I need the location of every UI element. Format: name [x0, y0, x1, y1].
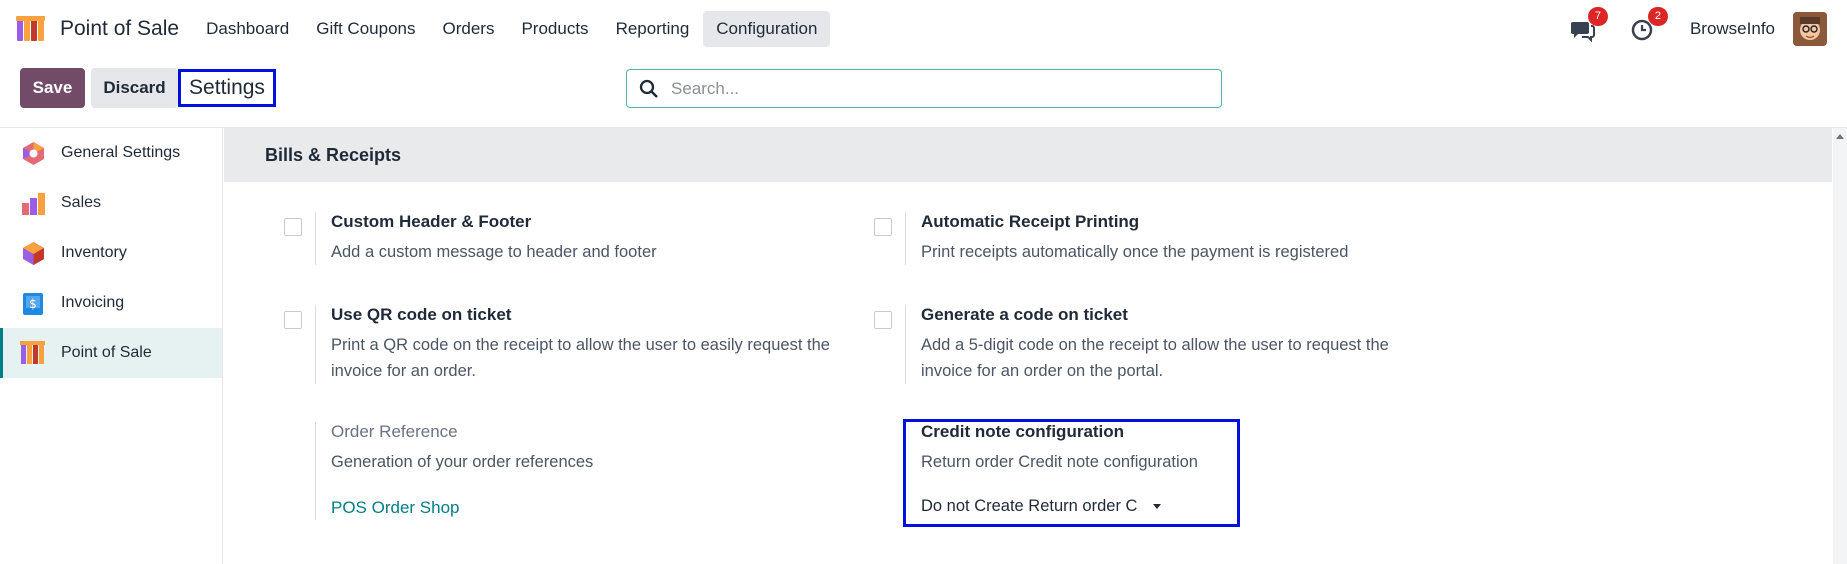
- menu-orders[interactable]: Orders: [430, 11, 508, 47]
- avatar[interactable]: [1793, 12, 1827, 46]
- control-panel: Save Discard Settings: [0, 58, 1847, 128]
- setting-body: Custom Header & Footer Add a custom mess…: [315, 212, 831, 265]
- setting-description: Add a 5-digit code on the receipt to all…: [921, 336, 1389, 380]
- general-settings-icon: [23, 141, 44, 165]
- pos-order-shop-link[interactable]: POS Order Shop: [331, 498, 831, 518]
- svg-text:$: $: [29, 297, 37, 311]
- vertical-scrollbar[interactable]: [1833, 128, 1847, 564]
- search-input[interactable]: [671, 78, 1191, 99]
- save-button[interactable]: Save: [20, 68, 85, 108]
- inventory-app-icon: [23, 241, 44, 265]
- scroll-up-icon[interactable]: [1836, 134, 1844, 139]
- app-name[interactable]: Point of Sale: [60, 17, 179, 41]
- setting-title: Custom Header & Footer: [331, 212, 532, 231]
- section-title: Bills & Receipts: [224, 128, 1832, 182]
- sidebar-item-label: General Settings: [61, 144, 181, 161]
- setting-body: Use QR code on ticket Print a QR code on…: [315, 305, 831, 384]
- setting-title: Automatic Receipt Printing: [921, 212, 1140, 231]
- menu-configuration[interactable]: Configuration: [703, 11, 831, 47]
- qr-code-checkbox[interactable]: [284, 311, 302, 329]
- setting-body: Generate a code on ticket Add a 5-digit …: [905, 305, 1421, 384]
- activities-button[interactable]: 2: [1630, 7, 1668, 42]
- setting-title: Generate a code on ticket: [921, 305, 1128, 324]
- sidebar-item-label: Sales: [61, 194, 102, 211]
- breadcrumb: Settings: [178, 69, 276, 107]
- menu-reporting[interactable]: Reporting: [603, 11, 703, 47]
- sidebar-item-sales[interactable]: Sales: [0, 178, 222, 228]
- search-icon: [639, 79, 658, 98]
- setting-title: Order Reference: [331, 422, 458, 441]
- discard-button[interactable]: Discard: [91, 68, 178, 108]
- sidebar-item-label: Point of Sale: [61, 344, 152, 361]
- sidebar-item-invoicing[interactable]: $ Invoicing: [0, 278, 222, 328]
- pos-app-icon: [20, 340, 45, 364]
- user-avatar-icon: [1793, 12, 1827, 46]
- setting-description: Generation of your order references: [331, 453, 594, 471]
- activities-badge: 2: [1647, 7, 1668, 26]
- sidebar-item-inventory[interactable]: Inventory: [0, 228, 222, 278]
- search-box[interactable]: [626, 69, 1222, 108]
- menu-gift-coupons[interactable]: Gift Coupons: [303, 11, 428, 47]
- messages-button[interactable]: 7: [1570, 7, 1608, 43]
- sidebar-item-label: Inventory: [61, 244, 127, 261]
- setting-title: Use QR code on ticket: [331, 305, 512, 324]
- setting-description: Print receipts automatically once the pa…: [921, 243, 1349, 261]
- generate-code-checkbox[interactable]: [874, 311, 892, 329]
- systray: 7 2 BrowseInfo: [1570, 0, 1827, 58]
- page-title: Settings: [189, 76, 265, 99]
- sales-app-icon: [22, 192, 45, 215]
- settings-content: Bills & Receipts Custom Header & Footer …: [224, 128, 1832, 564]
- menu-products[interactable]: Products: [508, 11, 601, 47]
- sidebar-item-point-of-sale[interactable]: Point of Sale: [0, 328, 222, 378]
- setting-body: Order Reference Generation of your order…: [315, 422, 831, 520]
- top-navbar: Point of Sale Dashboard Gift Coupons Ord…: [0, 0, 1847, 58]
- settings-sidebar: General Settings Sales Inventory $ Invoi…: [0, 128, 223, 564]
- setting-body: Automatic Receipt Printing Print receipt…: [905, 212, 1421, 265]
- setting-description: Add a custom message to header and foote…: [331, 243, 657, 261]
- pos-app-icon[interactable]: [16, 16, 50, 42]
- user-name[interactable]: BrowseInfo: [1690, 19, 1775, 39]
- sidebar-item-label: Invoicing: [61, 294, 125, 311]
- messages-badge: 7: [1587, 7, 1608, 26]
- invoicing-app-icon: $: [23, 292, 43, 315]
- setting-description: Print a QR code on the receipt to allow …: [331, 336, 830, 380]
- sidebar-item-general-settings[interactable]: General Settings: [0, 128, 222, 178]
- auto-receipt-checkbox[interactable]: [874, 218, 892, 236]
- custom-header-checkbox[interactable]: [284, 218, 302, 236]
- highlight-annotation: [903, 419, 1240, 527]
- menu-dashboard[interactable]: Dashboard: [193, 11, 302, 47]
